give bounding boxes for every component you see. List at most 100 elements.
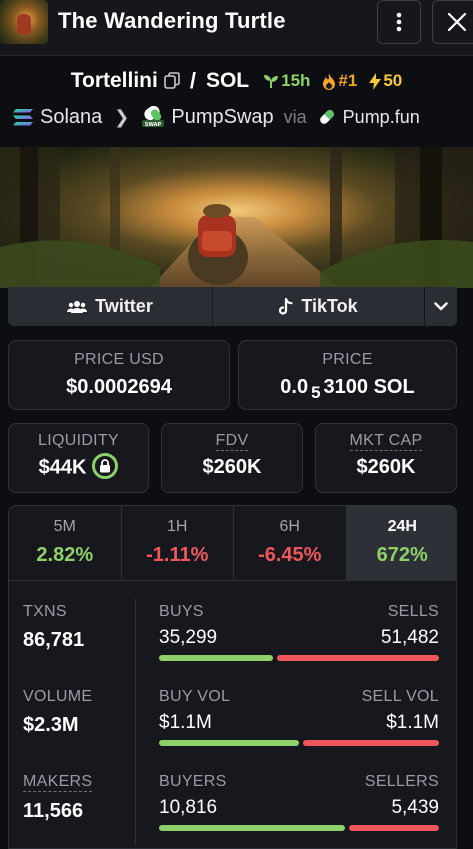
- page-title: The Wandering Turtle: [58, 8, 286, 33]
- stats-divider: [135, 599, 136, 845]
- tab-1h[interactable]: 1H -1.11%: [122, 506, 234, 580]
- fdv-value: $260K: [202, 456, 262, 478]
- quote-symbol: SOL: [205, 69, 250, 92]
- buyvol-bar: [159, 740, 299, 746]
- pair-info: Tortellini / SOL 15h #1 50: [0, 66, 473, 96]
- solana-icon: [13, 109, 33, 126]
- volume-split-stat: BUY VOL SELL VOL $1.1M $1.1M: [159, 688, 439, 746]
- price-usd-value: $0.0002694: [66, 376, 172, 398]
- mktcap-label: MKT CAP: [349, 432, 423, 451]
- tab-label: 1H: [167, 518, 188, 535]
- tab-label: 6H: [279, 518, 300, 535]
- makers-value: 11,566: [23, 800, 84, 822]
- sells-value: 51,482: [380, 627, 439, 648]
- price-usd-label: PRICE USD: [74, 351, 164, 368]
- tab-5m[interactable]: 5M 2.82%: [9, 506, 122, 580]
- tab-label: 5M: [53, 518, 76, 535]
- dex-name[interactable]: PumpSwap: [171, 106, 273, 129]
- sellers-label: SELLERS: [364, 773, 439, 790]
- txns-stat: TXNS 86,781: [23, 603, 84, 652]
- buys-sells-bar: [159, 655, 439, 661]
- buyers-sellers-bar: [159, 825, 439, 831]
- volume-split-bar: [159, 740, 439, 746]
- fdv-card: FDV $260K: [161, 423, 303, 493]
- pumpswap-icon: SWAP: [142, 106, 165, 128]
- tab-6h[interactable]: 6H -6.45%: [234, 506, 347, 580]
- launchpad-name[interactable]: Pump.fun: [343, 107, 420, 128]
- liquidity-value-row: $44K: [9, 453, 148, 481]
- buys-sells-stat: BUYS SELLS 35,299 51,482: [159, 603, 439, 661]
- close-button[interactable]: [432, 0, 473, 44]
- social-links: Twitter TikTok: [8, 287, 457, 326]
- buys-label: BUYS: [159, 603, 204, 620]
- mktcap-value: $260K: [356, 456, 416, 478]
- via-label: via: [283, 106, 307, 127]
- sellvol-label: SELL VOL: [361, 688, 439, 705]
- chain-breadcrumb: Solana ❯ SWAP PumpSwap via Pump.fun: [12, 104, 420, 130]
- tab-24h[interactable]: 24H 672%: [346, 506, 456, 580]
- trending-rank-value: #1: [338, 71, 358, 90]
- liquidity-value: $44K: [38, 456, 87, 479]
- sellers-bar: [349, 825, 439, 831]
- seedling-icon: [264, 75, 279, 88]
- trending-rank-badge: #1: [322, 71, 357, 91]
- buyers-sellers-stat: BUYERS SELLERS 10,816 5,439: [159, 773, 439, 831]
- expand-socials-button[interactable]: [425, 287, 457, 326]
- tiktok-icon: [279, 297, 293, 315]
- buys-bar: [159, 655, 273, 661]
- buyers-label: BUYERS: [159, 773, 227, 790]
- price-native-card: PRICE 0.0 5 3100 SOL: [238, 340, 457, 410]
- svg-text:SWAP: SWAP: [145, 122, 162, 128]
- users-icon: [67, 300, 88, 313]
- stats-panel: 5M 2.82% 1H -1.11% 6H -6.45% 24H 672% TX…: [8, 505, 457, 849]
- pair-age-badge: 15h: [263, 71, 310, 91]
- chain-name[interactable]: Solana: [40, 106, 102, 129]
- mktcap-card: MKT CAP $260K: [315, 423, 457, 493]
- pair-age-value: 15h: [281, 71, 311, 90]
- pumpfun-icon: [319, 110, 334, 124]
- sells-label: SELLS: [387, 603, 439, 620]
- buyvol-label: BUY VOL: [159, 688, 231, 705]
- pair-separator: /: [189, 68, 196, 93]
- chevron-right-icon: ❯: [114, 106, 130, 127]
- twitter-button[interactable]: Twitter: [8, 287, 213, 326]
- makers-label: MAKERS: [23, 773, 93, 792]
- buyers-value: 10,816: [159, 797, 218, 818]
- tiktok-label: TikTok: [301, 296, 358, 316]
- tab-label: 24H: [387, 518, 417, 535]
- sellvol-value: $1.1M: [386, 712, 439, 733]
- flame-icon: [323, 73, 336, 90]
- timeframe-tabs: 5M 2.82% 1H -1.11% 6H -6.45% 24H 672%: [9, 506, 456, 581]
- sellvol-bar: [303, 740, 439, 746]
- price-change-value: -1.11%: [146, 544, 209, 566]
- price-change-value: 672%: [376, 544, 428, 566]
- twitter-label: Twitter: [95, 296, 153, 316]
- boost-value: 50: [383, 71, 403, 90]
- price-native-value: 0.0 5 3100 SOL: [239, 376, 456, 402]
- liquidity-label: LIQUIDITY: [38, 432, 119, 449]
- buyers-bar: [159, 825, 346, 831]
- volume-value: $2.3M: [23, 714, 79, 736]
- txns-label: TXNS: [23, 603, 67, 620]
- volume-stat: VOLUME $2.3M: [23, 688, 92, 737]
- lightning-icon: [369, 72, 382, 90]
- chevron-down-icon: [434, 302, 448, 311]
- sellers-value: 5,439: [391, 797, 439, 818]
- copy-icon[interactable]: [164, 72, 180, 90]
- tiktok-button[interactable]: TikTok: [213, 287, 425, 326]
- price-change-value: -6.45%: [258, 544, 322, 566]
- volume-label: VOLUME: [23, 688, 93, 705]
- price-native-rest: 3100 SOL: [323, 376, 415, 398]
- liquidity-card: LIQUIDITY $44K: [8, 423, 149, 493]
- close-icon: [447, 12, 467, 32]
- lock-icon[interactable]: [92, 453, 119, 479]
- token-symbol: Tortellini: [70, 69, 158, 92]
- more-options-button[interactable]: [377, 0, 421, 44]
- token-avatar: [0, 0, 48, 44]
- token-banner-image: [0, 147, 473, 288]
- price-native-subscript: 5: [311, 383, 321, 402]
- price-native-prefix: 0.0: [280, 376, 309, 398]
- price-native-label: PRICE: [322, 351, 373, 368]
- buys-value: 35,299: [159, 627, 218, 648]
- txns-value: 86,781: [23, 629, 85, 651]
